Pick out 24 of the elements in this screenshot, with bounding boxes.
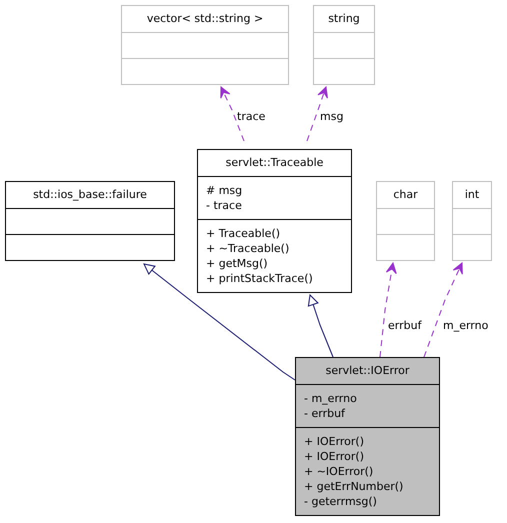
class-name: string [328, 12, 360, 25]
attribute-text: - m_errno [304, 391, 357, 406]
method-text: + Traceable() [206, 226, 280, 241]
edge-label: m_errno [443, 319, 488, 332]
class-name: servlet::IOError [326, 364, 410, 377]
method-text: + ~IOError() [304, 464, 374, 479]
method-text: + getMsg() [206, 256, 268, 271]
attribute-text: # msg [206, 183, 242, 198]
class-name: std::ios_base::failure [33, 188, 147, 201]
method-text: + printStackTrace() [206, 271, 313, 286]
edge-label: errbuf [388, 319, 422, 332]
method-text: + IOError() [304, 449, 364, 464]
attribute-text: - trace [206, 198, 242, 213]
attribute-text: - errbuf [304, 406, 345, 421]
edge-label: msg [320, 110, 344, 123]
method-text: + ~Traceable() [206, 241, 290, 256]
class-name: servlet::Traceable [226, 156, 324, 169]
class-name: int [464, 188, 480, 201]
class-name: char [393, 188, 418, 201]
edge-label: trace [237, 110, 266, 123]
method-text: + IOError() [304, 434, 364, 449]
method-text: - geterrmsg() [304, 494, 377, 509]
class-name: vector< std::string > [146, 12, 264, 25]
method-text: + getErrNumber() [304, 479, 404, 494]
